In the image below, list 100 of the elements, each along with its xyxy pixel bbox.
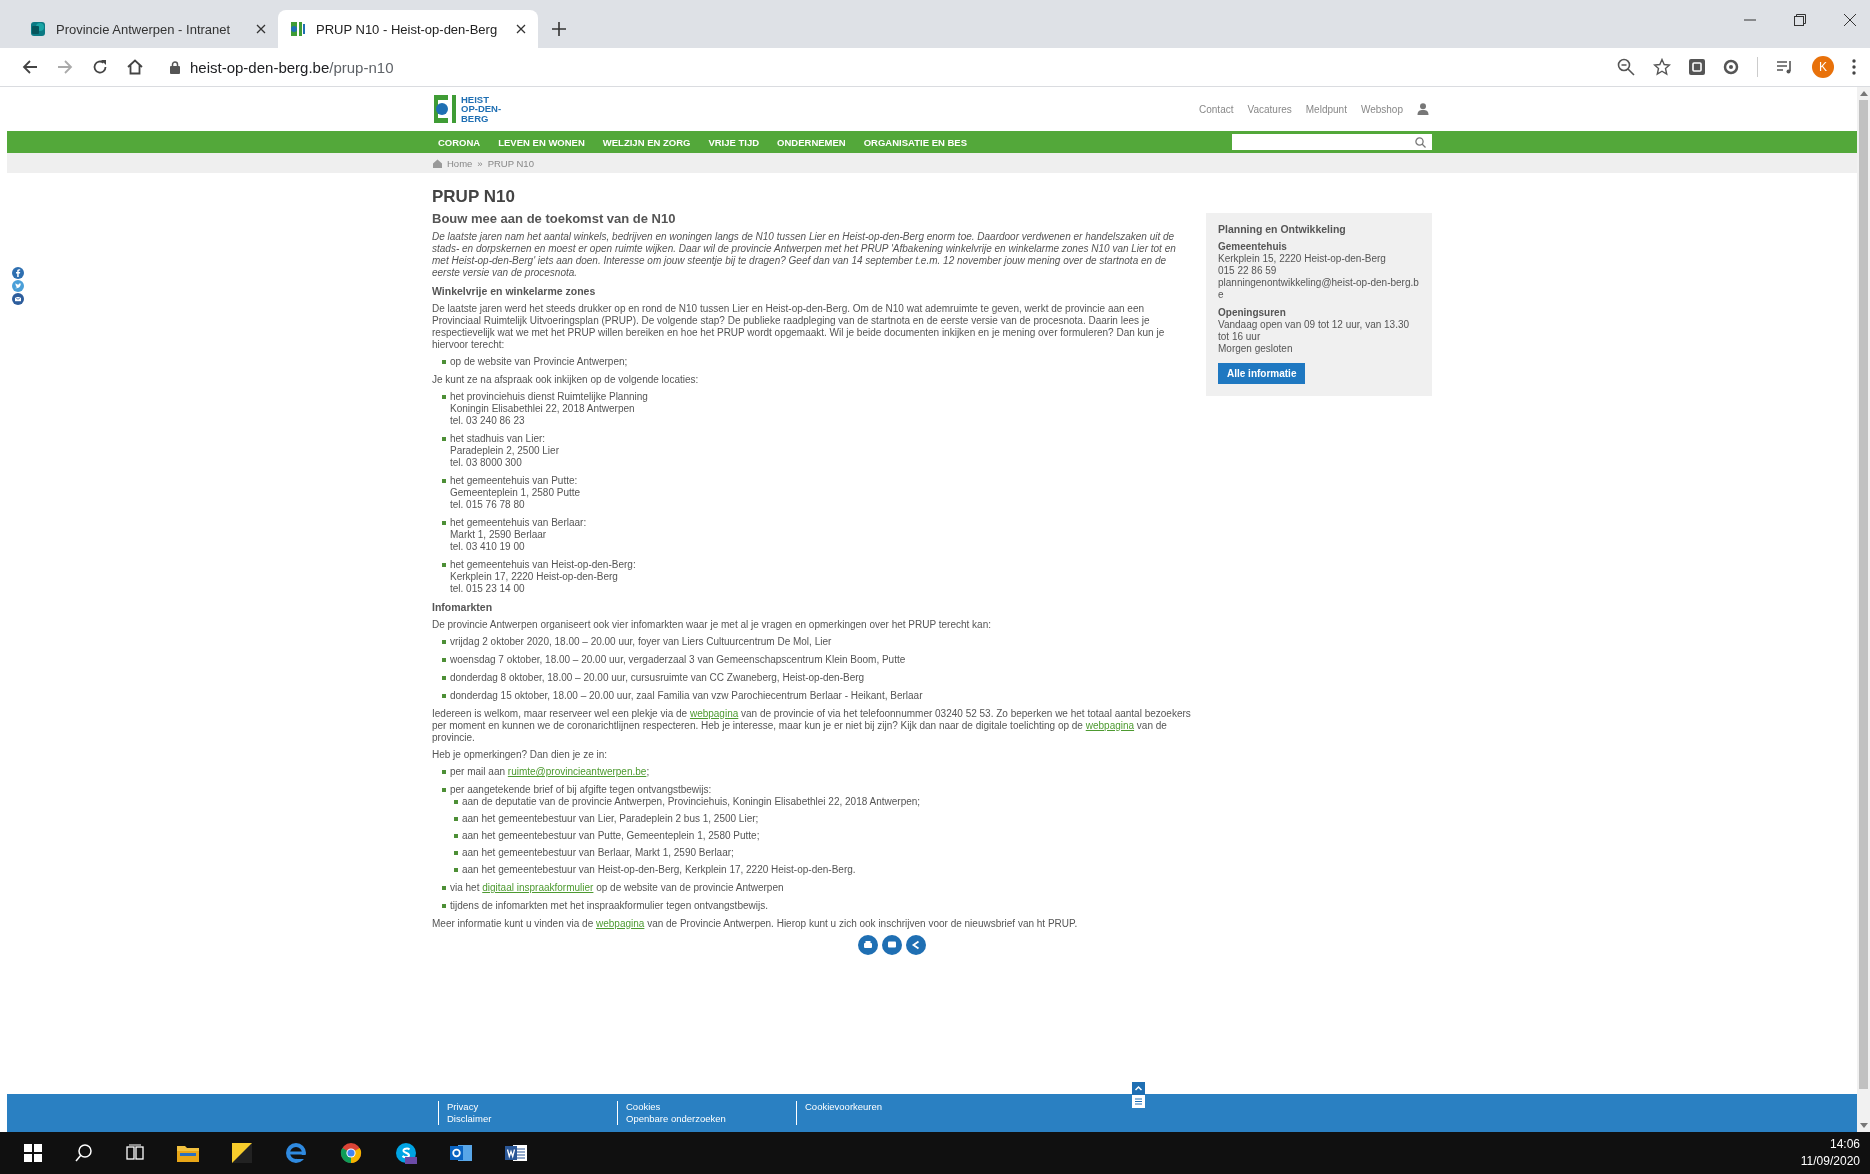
round-browser-logo-icon[interactable]	[340, 1142, 362, 1164]
user-icon[interactable]	[1417, 103, 1429, 115]
list-item-text: op de website van Provincie Antwerpen;	[450, 356, 628, 368]
star-icon[interactable]	[1653, 58, 1671, 76]
paragraph: Iedereen is welkom, maar reserveer wel een plekje via de webpagina van de provincie of via het telefoonnummer 03240 52 53. Zo beperken we het totaal aantal bezoekers per moment en kunnen we de coronarichtlijnen respecteren. Heb je interesse, maar kun je er niet bij zijn? Kijk dan naar de digitale toelichting op de webpagina van de provincie.	[432, 708, 1192, 744]
nav-link[interactable]: LEVEN EN WONEN	[498, 136, 585, 148]
bullet-icon	[442, 886, 446, 890]
footer-link[interactable]: Cookievoorkeuren	[805, 1101, 975, 1113]
scroll-down-arrow-icon[interactable]	[1859, 1123, 1868, 1128]
top-link[interactable]: Meldpunt	[1305, 103, 1347, 115]
browser-tab[interactable]: PRUP N10 - Heist-op-den-Berg	[278, 10, 538, 48]
list-item-text: het gemeentehuis van Putte: Gemeenteplein 1, 2580 Putte tel. 015 76 78 80	[450, 475, 581, 511]
menu-icon[interactable]	[1132, 1095, 1145, 1108]
all-info-button[interactable]: Alle informatie	[1218, 363, 1306, 384]
print-icon[interactable]	[858, 935, 878, 955]
logo-text: HEIST OP-DEN- BERG	[461, 94, 502, 124]
nav-link[interactable]: VRIJE TIJD	[708, 136, 760, 148]
site-logo-icon	[290, 21, 306, 37]
list-item-text: aan het gemeentebestuur van Putte, Gemeenteplein 1, 2580 Putte;	[462, 830, 760, 842]
search-field[interactable]	[1232, 134, 1432, 150]
text-link[interactable]: webpagina	[689, 708, 739, 719]
list-item-text: aan het gemeentebestuur van Lier, Paradeplein 2 bus 1, 2500 Lier;	[462, 813, 759, 825]
footer-link[interactable]: Openbare onderzoeken	[626, 1113, 796, 1125]
list-item-text: aan het gemeentebestuur van Heist-op-den-Berg, Kerkplein 17, 2220 Heist-op-den-Berg.	[462, 864, 856, 876]
bullet-icon	[442, 658, 446, 662]
email-icon[interactable]	[12, 293, 24, 305]
logo-mark-icon[interactable]	[434, 95, 458, 123]
close-icon[interactable]	[1844, 14, 1856, 26]
search-icon[interactable]	[75, 1144, 93, 1162]
close-icon[interactable]	[256, 24, 266, 34]
nav-link[interactable]: CORONA	[438, 136, 481, 148]
document-app-icon[interactable]	[505, 1142, 527, 1164]
browser-e-logo-icon[interactable]	[285, 1142, 307, 1164]
chat-app-icon[interactable]	[395, 1142, 417, 1164]
media-queue-icon[interactable]	[1776, 59, 1794, 75]
bullet-icon	[442, 521, 446, 525]
top-link[interactable]: Webshop	[1360, 103, 1403, 115]
address-field[interactable]: heist-op-den-berg.be/prup-n10	[170, 52, 1598, 82]
footer-link[interactable]: Privacy	[447, 1101, 617, 1113]
back-icon[interactable]	[22, 59, 38, 75]
list-item-text: woensdag 7 oktober, 18.00 – 20.00 uur, vergaderzaal 3 van Gemeenschapscentrum Klein Boom, Putte	[450, 654, 906, 666]
more-menu-icon[interactable]	[1852, 59, 1856, 75]
message-icon[interactable]	[882, 935, 902, 955]
top-link[interactable]: Contact	[1199, 103, 1234, 115]
nav-link[interactable]: WELZIJN EN ZORG	[602, 136, 691, 148]
windows-start-icon[interactable]	[24, 1144, 42, 1162]
text-link[interactable]: webpagina	[596, 918, 645, 929]
scroll-up-icon[interactable]	[1132, 1082, 1145, 1095]
bullet-icon	[442, 563, 446, 567]
nav-link[interactable]: ORGANISATIE EN BES	[863, 136, 967, 148]
share-icon[interactable]	[906, 935, 926, 955]
section-heading: Winkelvrije en winkelarme zones	[432, 285, 597, 297]
square-logo-icon	[30, 21, 46, 37]
article-subtitle: Bouw mee aan de toekomst van de N10	[432, 213, 677, 225]
lock-icon	[170, 60, 180, 74]
bullet-icon	[442, 904, 446, 908]
breadcrumb-separator: »	[477, 157, 483, 169]
paragraph: Meer informatie kunt u vinden via de webpagina van de Provincie Antwerpen. Hierop kunt u zich ook inschrijven voor de nieuwsbrief van ht PRUP.	[432, 918, 1079, 930]
scroll-up-arrow-icon[interactable]	[1859, 91, 1868, 96]
folder-icon[interactable]	[177, 1144, 199, 1162]
email-link[interactable]: planningenontwikkeling@heist-op-den-berg.be	[1218, 277, 1420, 301]
footer-link[interactable]: Disclaimer	[447, 1113, 617, 1125]
task-view-icon[interactable]	[126, 1144, 144, 1162]
home-icon[interactable]	[127, 59, 143, 75]
hours-text: Morgen gesloten	[1218, 343, 1294, 355]
home-icon	[433, 158, 442, 168]
restore-icon[interactable]	[1794, 14, 1806, 26]
breadcrumb-current: PRUP N10	[487, 157, 534, 169]
twitter-icon[interactable]	[12, 280, 24, 292]
new-tab-icon[interactable]	[552, 22, 566, 36]
circle-extension-icon[interactable]	[1723, 59, 1739, 75]
page-title: PRUP N10	[432, 187, 516, 207]
list-item-text: via het digitaal inspraakformulier op de website van de provincie Antwerpen	[450, 882, 784, 894]
nav-link[interactable]: ONDERNEMEN	[777, 136, 846, 148]
zoom-out-icon[interactable]	[1617, 58, 1635, 76]
profile-avatar[interactable]: K	[1812, 56, 1834, 78]
reload-icon[interactable]	[92, 59, 108, 75]
list-item-text: het stadhuis van Lier: Paradeplein 2, 2500 Lier tel. 03 8000 300	[450, 433, 559, 469]
search-icon	[1415, 136, 1426, 148]
note-app-icon[interactable]	[232, 1143, 252, 1163]
close-icon[interactable]	[516, 24, 526, 34]
intro-paragraph: De laatste jaren nam het aantal winkels, bedrijven en woningen langs de N10 tussen Lier en Heist-op-den-Berg enorm toe. Daardoor verdwenen er handelszaken uit de stads- en dorpskernen en moest er open ruimte wijken. Daar wil de provincie Antwerpen met het PRUP 'Afbakening winkelvrije en winkelarme zones N10 van Lier tot en met Heist-op-den-Berg' iets aan doen. Interesse om jouw steentje bij te dragen? Geef dan van 14 september t.e.m. 12 november jouw mening over de startnota en de eerste versie van de procesnota.	[432, 231, 1177, 279]
top-link[interactable]: Vacatures	[1247, 103, 1292, 115]
bullet-icon	[442, 395, 446, 399]
browser-tab[interactable]: Provincie Antwerpen - Intranet	[18, 10, 278, 48]
section-heading: Infomarkten	[432, 601, 494, 613]
footer-link[interactable]: Cookies	[626, 1101, 796, 1113]
scrollbar-thumb[interactable]	[1859, 100, 1868, 1089]
facebook-icon[interactable]	[12, 267, 24, 279]
list-item-text: donderdag 8 oktober, 18.00 – 20.00 uur, cursusruimte van CC Zwaneberg, Heist-op-den-Berg	[450, 672, 865, 684]
text-link[interactable]: digitaal inspraakformulier	[482, 882, 594, 893]
square-extension-icon[interactable]	[1689, 59, 1705, 75]
list-item-text: per aangetekende brief of bij afgifte tegen ontvangstbewijs:	[450, 784, 712, 796]
breadcrumb-link[interactable]: Home	[447, 157, 473, 169]
mail-app-icon[interactable]	[450, 1142, 472, 1164]
clock-date: 11/09/2020	[1800, 1153, 1860, 1170]
paragraph: De laatste jaren werd het steeds drukker op en rond de N10 tussen Lier en Heist-op-den-Berg. Om de N10 wat ademruimte te geven, werkt de provincie aan een Provinciaal Ruimtelijk Uitvoeringsplan (PRUP). De volgende stap? De publieke raadpleging van de startnota en de eerste versie van de procesnota. Daarin lees je respectievelijk wat we met het PRUP willen bereiken en hoe het PRUP wordt opgemaakt. Wil je beide documenten inkijken en je mening over formuleren? Dan kun je hiervoor terecht:	[432, 303, 1166, 351]
text-link[interactable]: webpagina	[1085, 720, 1135, 731]
list-item-text: het gemeentehuis van Berlaar: Markt 1, 2590 Berlaar tel. 03 410 19 00	[450, 517, 587, 553]
bullet-icon	[442, 788, 446, 792]
